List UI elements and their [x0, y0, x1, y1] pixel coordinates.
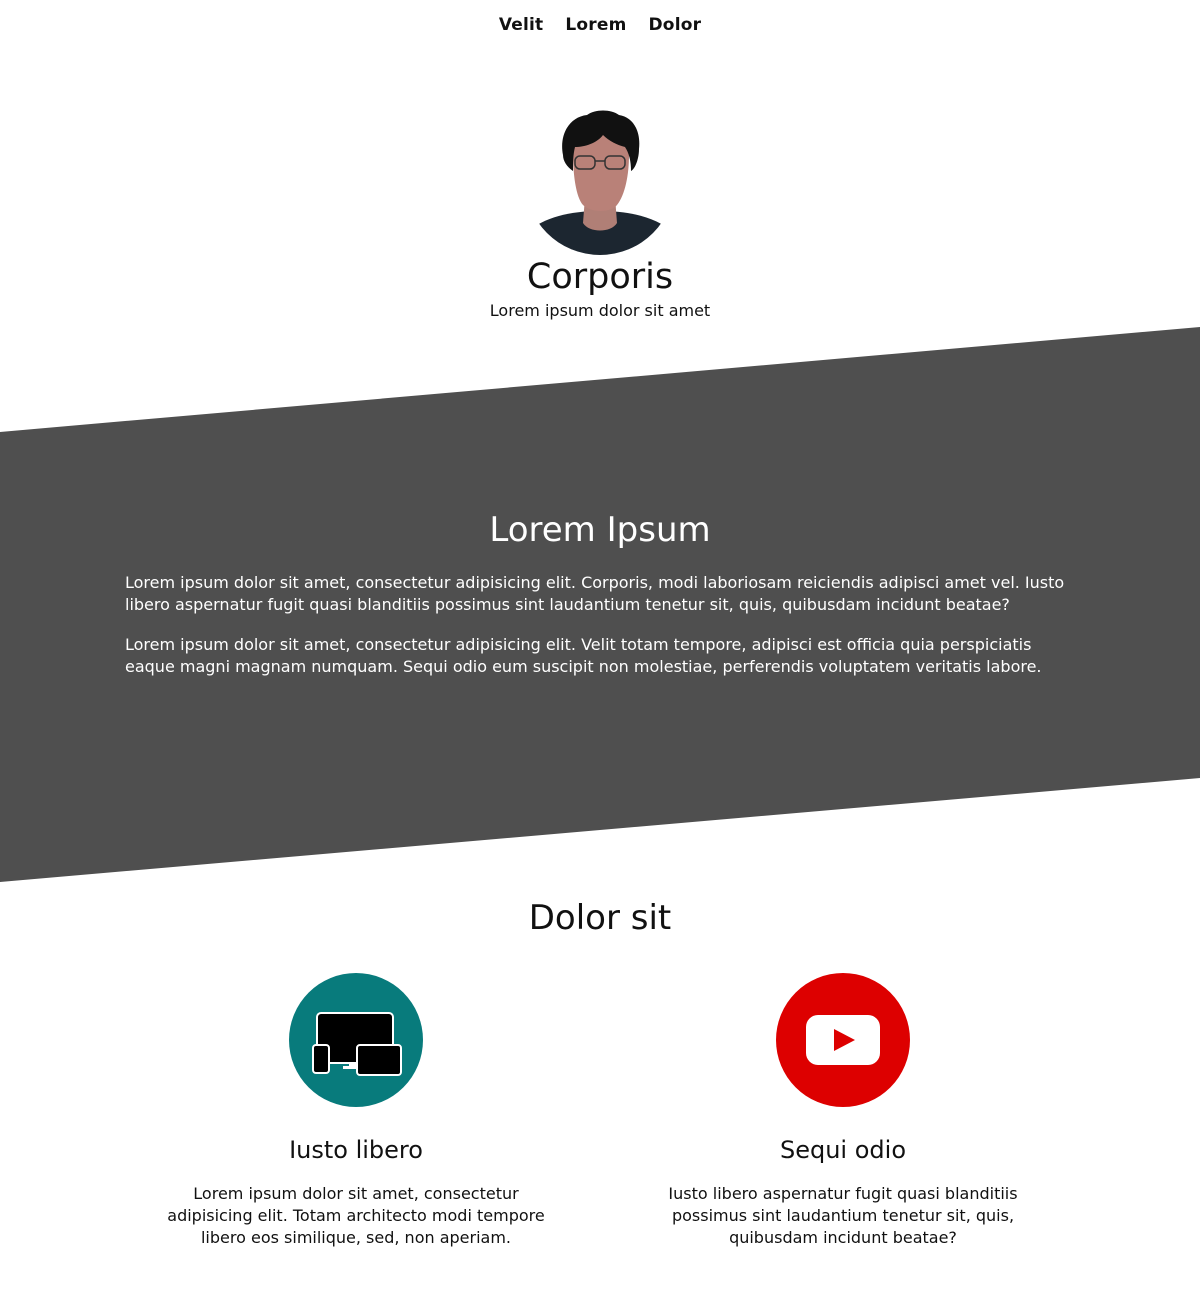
- about-section: Lorem Ipsum Lorem ipsum dolor sit amet, …: [125, 510, 1075, 696]
- top-nav: Velit Lorem Dolor: [0, 0, 1200, 50]
- features-title: Dolor sit: [528, 898, 672, 938]
- about-title: Lorem Ipsum: [489, 510, 711, 550]
- avatar-image: [525, 110, 675, 255]
- feature-text-2: Iusto libero aspernatur fugit quasi blan…: [668, 1184, 1018, 1247]
- feature-title-2: Sequi odio: [779, 1136, 906, 1164]
- nav-link-lorem[interactable]: Lorem: [565, 15, 626, 35]
- feature-card-2: Sequi odio Iusto libero aspernatur fugit…: [643, 973, 1043, 1249]
- hero-title: Corporis: [526, 257, 674, 297]
- feature-card-1: Iusto libero Lorem ipsum dolor sit amet,…: [156, 973, 556, 1249]
- about-paragraph-1: Lorem ipsum dolor sit amet, consectetur …: [125, 573, 1065, 614]
- page: Velit Lorem Dolor Corporis Lorem ipsum d…: [0, 0, 1200, 1300]
- youtube-icon: [776, 973, 910, 1107]
- hero-section: Corporis Lorem ipsum dolor sit amet: [0, 105, 1200, 320]
- hero-subtitle: Lorem ipsum dolor sit amet: [489, 301, 711, 320]
- feature-title-1: Iusto libero: [289, 1136, 423, 1164]
- nav-link-dolor[interactable]: Dolor: [649, 15, 702, 35]
- nav-link-velit[interactable]: Velit: [499, 15, 544, 35]
- feature-text-1: Lorem ipsum dolor sit amet, consectetur …: [167, 1184, 545, 1247]
- about-paragraph-2: Lorem ipsum dolor sit amet, consectetur …: [125, 635, 1042, 676]
- devices-icon: [289, 973, 423, 1107]
